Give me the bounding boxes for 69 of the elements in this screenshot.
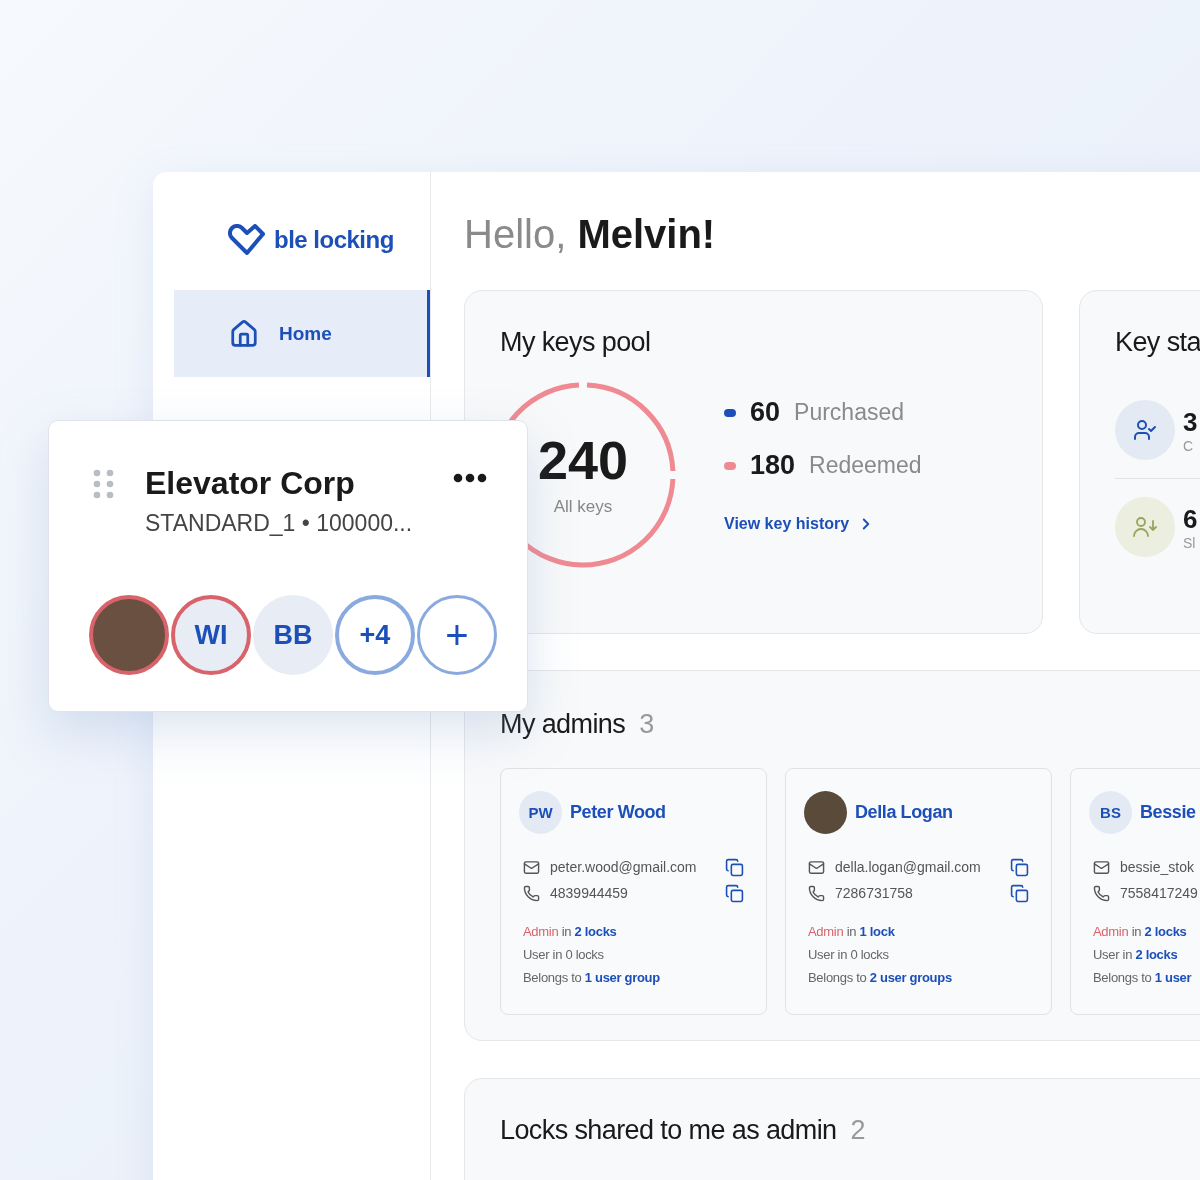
user-check-icon (1133, 418, 1157, 443)
admin-phone: 7286731758 (835, 885, 914, 902)
company-title: Elevator Corp (145, 465, 356, 502)
avatar-initials: BS (1089, 791, 1132, 835)
phone-icon (1093, 884, 1110, 902)
membership-text: User in 2 locks (1093, 947, 1179, 963)
admins-count: 3 (639, 709, 655, 741)
status-value: 3 (1183, 406, 1198, 438)
view-history-link[interactable]: View key history (724, 515, 922, 534)
total-keys: 240 (537, 433, 629, 488)
admin-email: peter.wood@gmail.com (550, 859, 698, 876)
admin-phone: 4839944459 (550, 885, 629, 902)
home-icon (229, 318, 259, 349)
count-link[interactable]: 1 lock (859, 924, 895, 940)
membership-text: Belongs to 1 user group (523, 970, 661, 986)
copy-button[interactable] (725, 857, 744, 877)
more-members-badge[interactable]: +4 (335, 595, 415, 675)
membership-text: Admin in 1 lock (808, 924, 896, 940)
mail-icon (808, 858, 825, 876)
avatar-photo (804, 791, 847, 835)
mail-icon (1093, 858, 1110, 876)
count-link[interactable]: 2 locks (1144, 924, 1187, 940)
membership-text: Admin in 2 locks (523, 924, 618, 940)
admin-name[interactable]: Bessie (1140, 802, 1196, 824)
legend-label: Purchased (794, 399, 904, 427)
status-label: Sl (1183, 534, 1197, 551)
count-link[interactable]: 2 locks (1135, 947, 1178, 963)
member-avatar[interactable]: WI (171, 595, 251, 675)
membership-text: Admin in 2 locks (1093, 924, 1188, 940)
admin-name[interactable]: Peter Wood (570, 802, 666, 824)
card-title: Key sta (1115, 327, 1200, 359)
section-title: Locks shared to me as admin (500, 1114, 837, 1146)
phone-icon (523, 884, 540, 902)
add-member-button[interactable]: + (417, 595, 497, 675)
membership-text: Belongs to 1 user (1093, 970, 1193, 986)
count-link[interactable]: 1 user (1154, 970, 1192, 986)
admin-name[interactable]: Della Logan (855, 802, 953, 824)
legend-label: Redeemed (809, 452, 922, 480)
copy-button[interactable] (725, 883, 744, 903)
nav-item[interactable]: Home (174, 290, 430, 377)
admin-phone: 7558417249 (1120, 885, 1199, 902)
status-label: C (1183, 437, 1195, 454)
count-link[interactable]: 2 locks (574, 924, 617, 940)
count-link[interactable]: 2 user groups (869, 970, 952, 986)
card-title: My keys pool (500, 327, 652, 359)
drag-handle-icon[interactable] (93, 469, 115, 499)
member-avatar[interactable]: BB (253, 595, 333, 675)
membership-text: User in 0 locks (523, 947, 605, 963)
admin-email: bessie_stok (1120, 859, 1195, 876)
avatar-initials: PW (519, 791, 562, 835)
locks-count: 2 (850, 1114, 866, 1146)
phone-icon (808, 884, 825, 902)
membership-text: User in 0 locks (808, 947, 890, 963)
total-label: All keys (553, 497, 613, 518)
legend-value: 60 (750, 397, 781, 429)
admin-email: della.logan@gmail.com (835, 859, 982, 876)
company-subtitle: STANDARD_1 • 100000... (145, 510, 414, 537)
logo-icon (228, 224, 266, 256)
logo-text: ble locking (274, 226, 394, 254)
greeting: Hello, Melvin! (464, 212, 717, 258)
user-arrow-down-icon (1132, 516, 1158, 539)
status-value: 6 (1183, 503, 1198, 535)
membership-text: Belongs to 2 user groups (808, 970, 953, 986)
mail-icon (523, 858, 540, 876)
copy-button[interactable] (1010, 857, 1029, 877)
copy-button[interactable] (1010, 883, 1029, 903)
section-title: My admins (500, 709, 626, 741)
legend-value: 180 (750, 450, 796, 482)
count-link[interactable]: 1 user group (584, 970, 660, 986)
